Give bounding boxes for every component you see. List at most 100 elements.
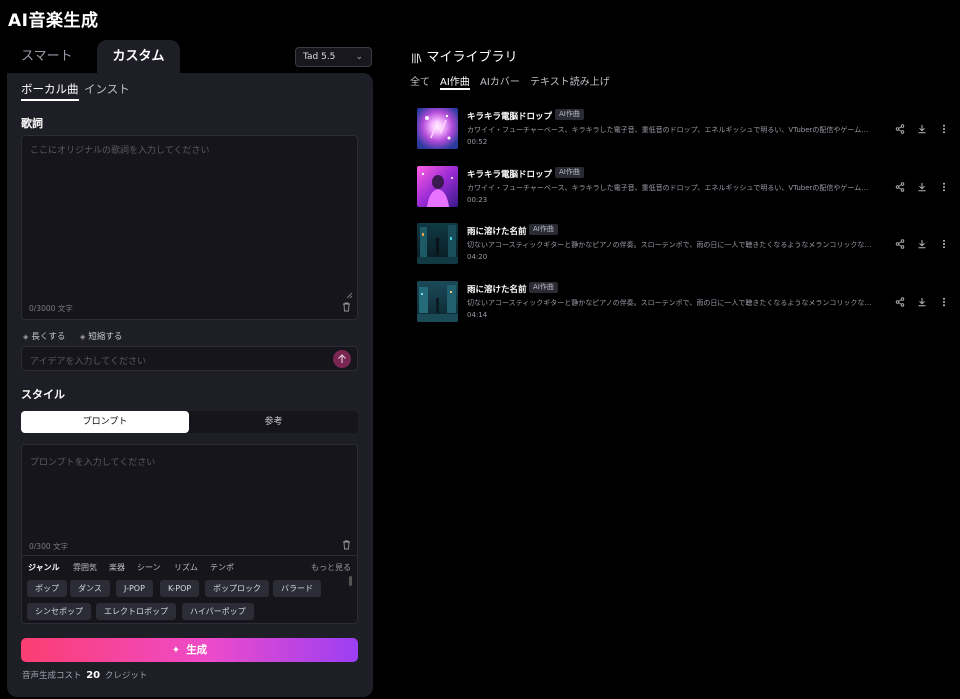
prompt-placeholder: プロンプトを入力してください: [30, 458, 156, 468]
scrollbar[interactable]: [349, 576, 352, 586]
arrow-up-icon: [338, 354, 346, 363]
track-item[interactable]: 雨に溶けた名前 AI作曲 切ないアコースティックギターと静かなピアノの伴奏。スロ…: [417, 223, 957, 265]
tab-instrumental[interactable]: インスト: [84, 81, 130, 97]
cat-tab-instrument[interactable]: 楽器: [109, 562, 125, 573]
lyrics-counter: 0/3000 文字: [29, 304, 73, 313]
lengthen-button[interactable]: ◈ 長くする: [23, 330, 65, 342]
share-icon[interactable]: [895, 182, 905, 192]
toggle-prompt[interactable]: プロンプト: [21, 411, 189, 433]
sparkle-icon: ✦: [171, 645, 181, 656]
track-title: 雨に溶けた名前: [467, 227, 527, 237]
more-options-icon[interactable]: [939, 239, 949, 249]
tab-vocal[interactable]: ボーカル曲: [21, 81, 79, 101]
lib-tab-ai-compose[interactable]: AI作曲: [440, 73, 470, 90]
download-icon[interactable]: [917, 182, 927, 192]
track-item[interactable]: 雨に溶けた名前 AI作曲 切ないアコースティックギターと静かなピアノの伴奏。スロ…: [417, 281, 957, 323]
library-header: |||\ マイライブラリ: [411, 46, 518, 65]
idea-placeholder: アイデアを入力してください: [30, 357, 147, 367]
tag-electropop[interactable]: エレクトロポップ: [96, 603, 176, 620]
tab-custom[interactable]: カスタム: [97, 40, 180, 73]
app-title: AI音楽生成: [8, 11, 99, 31]
track-duration: 04:20: [467, 253, 488, 261]
send-idea-button[interactable]: [333, 350, 351, 368]
prompt-counter: 0/300 文字: [29, 542, 68, 551]
cat-tab-genre[interactable]: ジャンル: [28, 562, 60, 573]
track-description: カワイイ・フューチャーベース、キラキラした電子音、重低音のドロップ、エネルギッシ…: [467, 126, 869, 134]
library-icon: |||\: [411, 53, 422, 64]
lyrics-label: 歌詞: [21, 117, 43, 130]
tag-synthpop[interactable]: シンセポップ: [27, 603, 91, 620]
download-icon[interactable]: [917, 297, 927, 307]
lib-tab-ai-cover[interactable]: AIカバー: [480, 73, 520, 88]
cat-tab-rhythm[interactable]: リズム: [174, 562, 198, 573]
track-title: キラキラ電脳ドロップ: [467, 170, 553, 180]
download-icon[interactable]: [917, 239, 927, 249]
shorten-button[interactable]: ◈ 短縮する: [80, 330, 122, 342]
cost-prefix: 音声生成コスト: [22, 671, 82, 681]
tag-pop[interactable]: ポップ: [27, 580, 67, 597]
cost-amount: 20: [86, 670, 101, 681]
track-title: 雨に溶けた名前: [467, 285, 527, 295]
tag-hyperpop[interactable]: ハイパーポップ: [182, 603, 254, 620]
track-cover: [417, 281, 458, 322]
track-description: 切ないアコースティックギターと静かなピアノの伴奏。スローテンポで、雨の日に一人で…: [467, 299, 872, 307]
track-duration: 00:52: [467, 138, 488, 146]
cost-unit: クレジット: [104, 671, 148, 681]
more-options-icon[interactable]: [939, 124, 949, 134]
track-cover: [417, 108, 458, 149]
lib-tab-all[interactable]: 全て: [410, 73, 430, 88]
share-icon[interactable]: [895, 239, 905, 249]
track-badge: AI作曲: [529, 282, 558, 293]
lib-tab-tts[interactable]: テキスト読み上げ: [530, 73, 610, 88]
cat-tab-tempo[interactable]: テンポ: [210, 562, 234, 573]
generation-cost: 音声生成コスト 20 クレジット: [22, 669, 147, 681]
tag-pop-rock[interactable]: ポップロック: [205, 580, 269, 597]
track-badge: AI作曲: [529, 224, 558, 235]
tag-dance[interactable]: ダンス: [70, 580, 110, 597]
more-options-icon[interactable]: [939, 297, 949, 307]
download-icon[interactable]: [917, 124, 927, 134]
track-badge: AI作曲: [555, 109, 584, 120]
more-options-icon[interactable]: [939, 182, 949, 192]
generate-button[interactable]: ✦ 生成: [21, 638, 358, 662]
cat-tab-scene[interactable]: シーン: [137, 562, 161, 573]
style-label: スタイル: [21, 388, 65, 401]
divider: [22, 555, 357, 556]
track-duration: 04:14: [467, 311, 488, 319]
resize-handle-icon[interactable]: [346, 292, 353, 299]
track-badge: AI作曲: [555, 167, 584, 178]
tag-ballad[interactable]: バラード: [273, 580, 321, 597]
toggle-reference[interactable]: 参考: [189, 411, 358, 433]
track-cover: [417, 166, 458, 207]
trash-icon[interactable]: [342, 540, 351, 550]
cat-tab-mood[interactable]: 雰囲気: [73, 562, 97, 573]
custom-panel: ボーカル曲 インスト 歌詞 ここにオリジナルの歌詞を入力してください 0/300…: [7, 73, 373, 697]
share-icon[interactable]: [895, 297, 905, 307]
shrink-icon: ◈: [80, 333, 86, 341]
shorten-label: 短縮する: [88, 332, 123, 342]
model-select[interactable]: Tad 5.5 ⌄: [295, 47, 372, 67]
track-duration: 00:23: [467, 196, 488, 204]
share-icon[interactable]: [895, 124, 905, 134]
track-item[interactable]: キラキラ電脳ドロップ AI作曲 カワイイ・フューチャーベース、キラキラした電子音…: [417, 166, 957, 208]
track-title: キラキラ電脳ドロップ: [467, 112, 553, 122]
expand-icon: ◈: [23, 333, 29, 341]
chevron-down-icon: ⌄: [355, 52, 363, 62]
idea-input[interactable]: アイデアを入力してください: [21, 346, 358, 371]
track-item[interactable]: キラキラ電脳ドロップ AI作曲 カワイイ・フューチャーベース、キラキラした電子音…: [417, 108, 957, 150]
lengthen-label: 長くする: [31, 332, 66, 342]
trash-icon[interactable]: [342, 302, 351, 312]
tag-jpop[interactable]: J-POP: [116, 580, 153, 597]
prompt-textarea[interactable]: プロンプトを入力してください 0/300 文字 ジャンル 雰囲気 楽器 シーン …: [21, 444, 358, 624]
lyrics-textarea[interactable]: ここにオリジナルの歌詞を入力してください 0/3000 文字: [21, 135, 358, 320]
tab-smart[interactable]: スマート: [21, 40, 73, 73]
style-toggle: プロンプト 参考: [21, 411, 358, 433]
track-cover: [417, 223, 458, 264]
library-title: マイライブラリ: [426, 50, 518, 65]
track-description: 切ないアコースティックギターと静かなピアノの伴奏。スローテンポで、雨の日に一人で…: [467, 241, 872, 249]
more-link[interactable]: もっと見る: [311, 562, 351, 573]
model-select-value: Tad 5.5: [303, 52, 336, 62]
generate-label: 生成: [186, 644, 208, 656]
tag-kpop[interactable]: K-POP: [160, 580, 200, 597]
lyrics-placeholder: ここにオリジナルの歌詞を入力してください: [30, 146, 210, 156]
